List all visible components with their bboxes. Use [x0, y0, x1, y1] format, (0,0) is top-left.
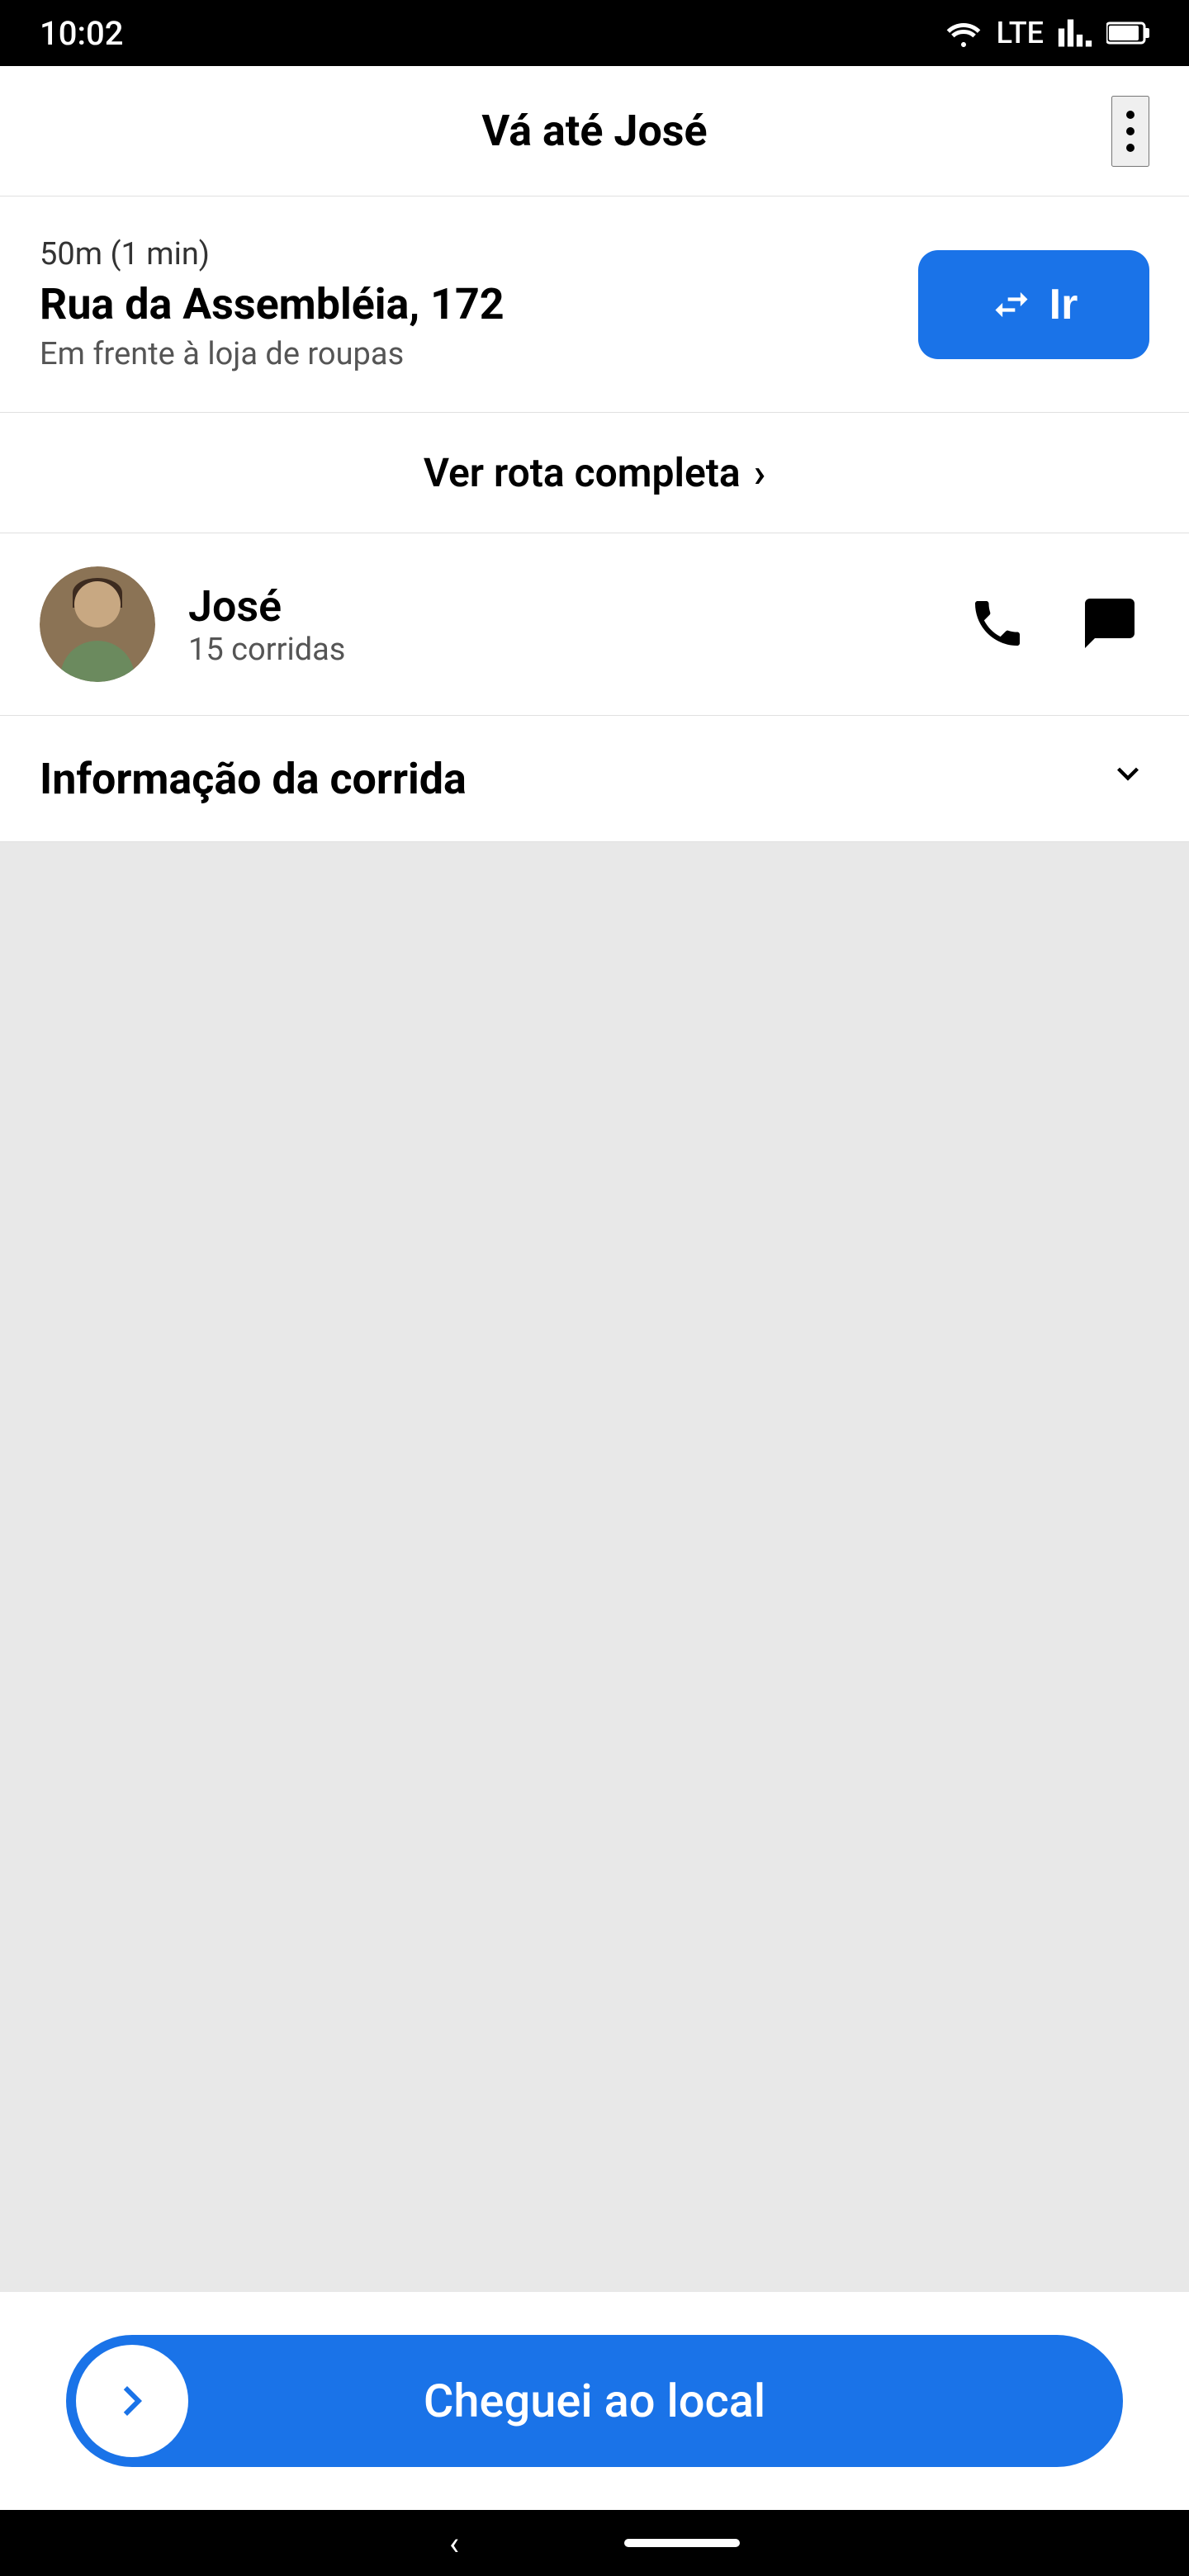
contact-info: José 15 corridas: [188, 581, 925, 668]
contact-rides: 15 corridas: [188, 632, 925, 668]
avatar: [40, 566, 155, 682]
dot-3: [1126, 144, 1135, 152]
wifi-icon: [944, 18, 983, 48]
body: [60, 641, 135, 682]
bottom-bar-wrapper: Cheguei ao local: [0, 2292, 1189, 2510]
info-section[interactable]: Informação da corrida: [0, 716, 1189, 842]
dot-2: [1126, 127, 1135, 135]
route-link[interactable]: Ver rota completa ›: [0, 413, 1189, 533]
status-icons: LTE: [944, 15, 1149, 51]
message-button[interactable]: [1070, 584, 1149, 665]
message-icon: [1080, 594, 1139, 653]
signal-icon: [1057, 15, 1093, 51]
call-button[interactable]: [958, 584, 1037, 665]
route-link-text: Ver rota completa: [424, 449, 741, 496]
dot-1: [1126, 111, 1135, 119]
home-indicator[interactable]: [624, 2539, 740, 2547]
go-button-label: Ir: [1049, 280, 1078, 329]
page-title: Vá até José: [481, 106, 707, 156]
back-button[interactable]: ‹: [449, 2524, 459, 2563]
destination-hint: Em frente à loja de roupas: [40, 336, 918, 372]
system-nav: ‹: [0, 2510, 1189, 2576]
contact-name: José: [188, 581, 925, 632]
swipe-circle[interactable]: [76, 2345, 188, 2457]
destination-info: 50m (1 min) Rua da Assembléia, 172 Em fr…: [40, 236, 918, 372]
destination-card: 50m (1 min) Rua da Assembléia, 172 Em fr…: [0, 197, 1189, 413]
arrived-button[interactable]: Cheguei ao local: [66, 2335, 1123, 2467]
battery-icon: [1106, 18, 1149, 48]
header: Vá até José: [0, 66, 1189, 197]
app-container: Vá até José 50m (1 min) Rua da Assembléi…: [0, 66, 1189, 2510]
map-area: [0, 842, 1189, 2292]
face: [74, 581, 121, 627]
lte-label: LTE: [997, 16, 1044, 50]
destination-address: Rua da Assembléia, 172: [40, 279, 918, 329]
info-section-label: Informação da corrida: [40, 754, 467, 804]
chevron-right-icon: ›: [754, 449, 765, 496]
avatar-image: [40, 566, 155, 682]
destination-time: 50m (1 min): [40, 236, 918, 272]
status-bar: 10:02 LTE: [0, 0, 1189, 66]
more-options-button[interactable]: [1111, 96, 1149, 167]
contact-actions: [958, 584, 1149, 665]
status-time: 10:02: [40, 14, 123, 53]
route-icon: [990, 283, 1033, 326]
chevron-down-icon: [1106, 752, 1149, 805]
arrived-label: Cheguei ao local: [66, 2374, 1123, 2428]
contact-section: José 15 corridas: [0, 533, 1189, 716]
chevron-right-icon: [102, 2371, 162, 2431]
phone-icon: [968, 594, 1027, 653]
go-button[interactable]: Ir: [918, 250, 1149, 359]
